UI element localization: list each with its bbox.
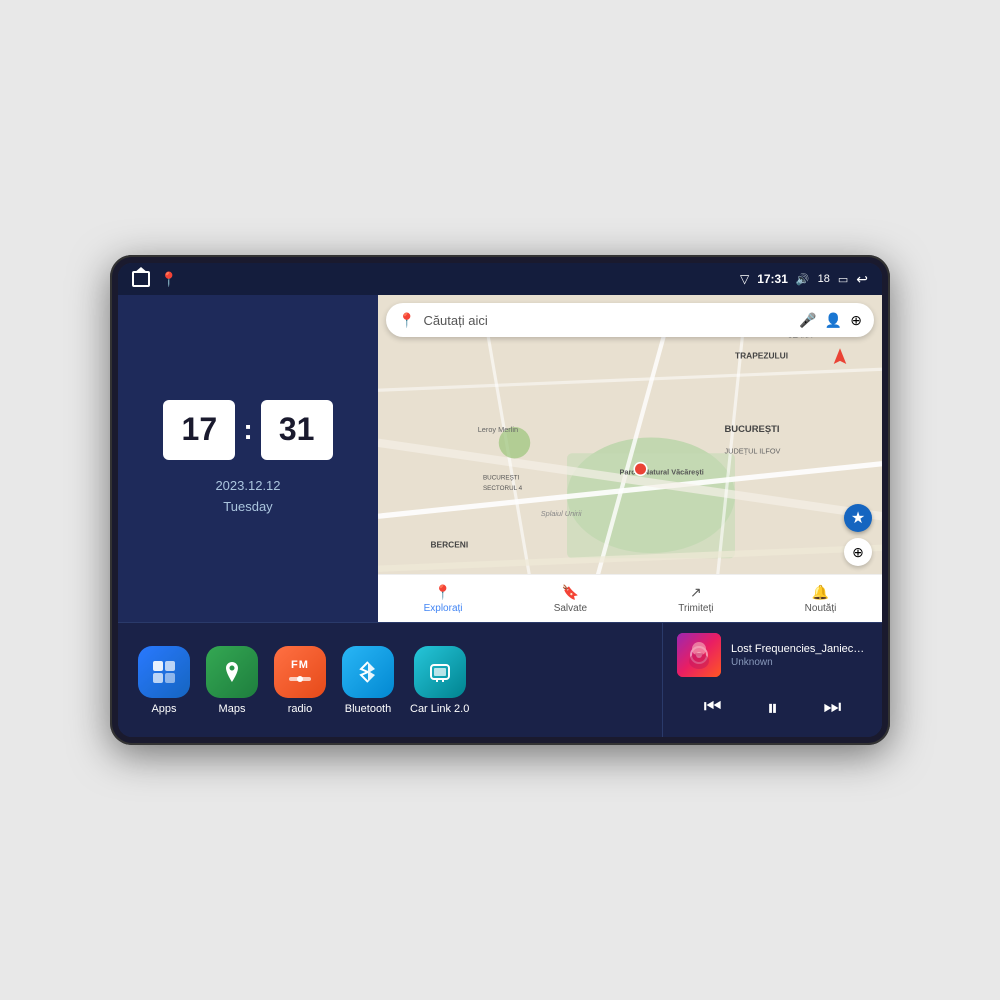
bluetooth-label: Bluetooth <box>345 703 391 715</box>
news-label: Noutăți <box>805 603 837 614</box>
map-pin-icon: 📍 <box>398 312 415 329</box>
carlink-icon <box>414 646 466 698</box>
back-icon[interactable]: ↩ <box>856 271 868 288</box>
music-thumbnail <box>677 633 721 677</box>
top-section: 17 : 31 2023.12.12 Tuesday <box>118 295 882 622</box>
saved-label: Salvate <box>554 603 587 614</box>
map-search-actions: 🎤 👤 ⊕ <box>799 312 862 329</box>
layers-icon[interactable]: ⊕ <box>850 312 862 329</box>
app-item-radio[interactable]: FM radio <box>274 646 326 715</box>
svg-text:BERCENI: BERCENI <box>431 540 469 550</box>
mic-icon[interactable]: 🎤 <box>799 312 816 329</box>
map-nav-explore[interactable]: 📍 Explorați <box>424 584 463 614</box>
prev-button[interactable]: ⏮ <box>696 692 730 723</box>
music-artist: Unknown <box>731 657 868 668</box>
app-item-apps[interactable]: Apps <box>138 646 190 715</box>
map-search-bar[interactable]: 📍 Căutați aici 🎤 👤 ⊕ <box>386 303 874 337</box>
explore-label: Explorați <box>424 603 463 614</box>
carlink-label: Car Link 2.0 <box>410 703 469 715</box>
svg-text:TRAPEZULUI: TRAPEZULUI <box>735 351 788 361</box>
maps-label: Maps <box>219 703 246 715</box>
play-pause-button[interactable]: ⏸ <box>767 695 778 721</box>
music-player: Lost Frequencies_Janieck Devy-... Unknow… <box>662 623 882 737</box>
volume-level: 18 <box>818 273 830 285</box>
signal-icon: ▽ <box>740 272 749 286</box>
map-nav-saved[interactable]: 🔖 Salvate <box>554 584 587 614</box>
account-icon[interactable]: 👤 <box>825 312 842 329</box>
explore-icon: 📍 <box>434 584 451 601</box>
svg-text:BUCUREȘTI: BUCUREȘTI <box>725 424 780 435</box>
car-display-device: 📍 ▽ 17:31 🔊 18 ▭ ↩ 17 : 31 <box>110 255 890 745</box>
maps-status-icon[interactable]: 📍 <box>160 271 177 288</box>
map-compass[interactable]: ⊕ <box>844 538 872 566</box>
clock-date: 2023.12.12 Tuesday <box>215 476 280 518</box>
music-controls: ⏮ ⏸ ⏭ <box>677 688 868 727</box>
map-bottom-nav: 📍 Explorați 🔖 Salvate ↗ Trimiteți 🔔 <box>378 574 882 622</box>
music-title: Lost Frequencies_Janieck Devy-... <box>731 643 868 655</box>
app-item-bluetooth[interactable]: Bluetooth <box>342 646 394 715</box>
radio-icon: FM <box>274 646 326 698</box>
status-bar: 📍 ▽ 17:31 🔊 18 ▭ ↩ <box>118 263 882 295</box>
status-time: 17:31 <box>757 272 788 286</box>
bluetooth-icon <box>342 646 394 698</box>
music-info: Lost Frequencies_Janieck Devy-... Unknow… <box>677 633 868 677</box>
apps-label: Apps <box>151 703 176 715</box>
radio-label: radio <box>288 703 312 715</box>
apps-icon <box>138 646 190 698</box>
app-grid: Apps Maps FM <box>118 623 662 737</box>
map-nav-news[interactable]: 🔔 Noutăți <box>805 584 837 614</box>
home-icon[interactable] <box>132 271 150 287</box>
app-item-maps[interactable]: Maps <box>206 646 258 715</box>
map-search-placeholder[interactable]: Căutați aici <box>423 313 791 328</box>
svg-text:Leroy Merlin: Leroy Merlin <box>478 425 518 434</box>
svg-text:BUCUREȘTI: BUCUREȘTI <box>483 475 520 482</box>
map-nav-share[interactable]: ↗ Trimiteți <box>678 584 713 614</box>
svg-text:Splaiul Unirii: Splaiul Unirii <box>541 509 582 518</box>
map-location-button[interactable]: ★ <box>844 504 872 532</box>
svg-text:JUDEȚUL ILFOV: JUDEȚUL ILFOV <box>725 446 781 455</box>
status-left: 📍 <box>132 271 177 288</box>
bottom-section: Apps Maps FM <box>118 622 882 737</box>
clock-hours: 17 <box>163 400 235 460</box>
saved-icon: 🔖 <box>562 584 579 601</box>
clock-minutes: 31 <box>261 400 333 460</box>
share-icon: ↗ <box>690 584 702 601</box>
svg-text:Parcul Natural Văcărești: Parcul Natural Văcărești <box>620 467 704 476</box>
music-text: Lost Frequencies_Janieck Devy-... Unknow… <box>731 643 868 668</box>
map-widget[interactable]: TRAPEZULUI BUCUREȘTI JUDEȚUL ILFOV BERCE… <box>378 295 882 622</box>
device-screen: 📍 ▽ 17:31 🔊 18 ▭ ↩ 17 : 31 <box>118 263 882 737</box>
main-content: 17 : 31 2023.12.12 Tuesday <box>118 295 882 737</box>
status-right: ▽ 17:31 🔊 18 ▭ ↩ <box>740 271 868 288</box>
svg-text:SECTORUL 4: SECTORUL 4 <box>483 485 523 492</box>
clock-widget: 17 : 31 2023.12.12 Tuesday <box>118 295 378 622</box>
share-label: Trimiteți <box>678 603 713 614</box>
news-icon: 🔔 <box>812 584 829 601</box>
clock-colon: : <box>243 414 252 446</box>
next-button[interactable]: ⏭ <box>815 692 849 723</box>
clock-display: 17 : 31 <box>163 400 332 460</box>
maps-app-icon <box>206 646 258 698</box>
battery-icon: ▭ <box>838 273 848 286</box>
volume-icon: 🔊 <box>796 273 810 286</box>
app-item-carlink[interactable]: Car Link 2.0 <box>410 646 469 715</box>
